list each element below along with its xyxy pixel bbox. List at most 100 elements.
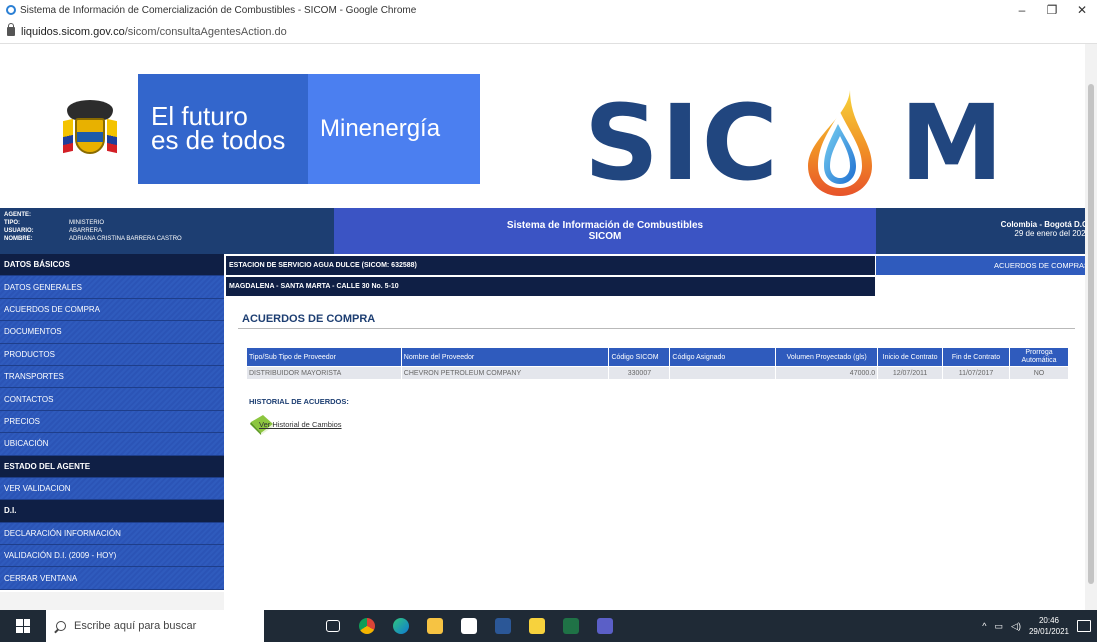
chrome-icon[interactable] [350, 610, 384, 642]
nombre-value: ADRIANA CRISTINA BARRERA CASTRO [69, 236, 182, 242]
menu-item-transportes[interactable]: TRANSPORTES [0, 365, 224, 389]
taskbar-search[interactable]: Escribe aquí para buscar [46, 610, 264, 642]
gov-slogan-line2: es de todos [151, 125, 286, 155]
menu-item-cerrar-ventana[interactable]: CERRAR VENTANA [0, 567, 224, 590]
menu-item-ubicacion[interactable]: UBICACIÓN [0, 433, 224, 456]
cell-nombre: CHEVRON PETROLEUM COMPANY [400, 366, 610, 380]
cell-inicio: 12/07/2011 [877, 366, 944, 380]
start-button[interactable] [0, 610, 46, 642]
menu-header-di: D.I. [0, 500, 224, 523]
gov-slogan: El futuro es de todos [151, 103, 286, 155]
col-codigo-asignado: Código Asignado [669, 347, 777, 367]
location: Colombia - Bogotá D.C. [876, 220, 1090, 229]
clock-date: 29/01/2021 [1028, 627, 1069, 636]
condor-shape [66, 100, 113, 120]
tray-chevron-icon[interactable]: ^ [982, 621, 986, 631]
menu-item-documentos[interactable]: DOCUMENTOS [0, 321, 224, 344]
tipo-value: MINISTERIO [69, 220, 105, 226]
menu-header-estado-agente: ESTADO DEL AGENTE [0, 455, 224, 478]
shield-shape [74, 118, 105, 154]
cell-volumen: 47000.0 [775, 366, 879, 380]
location-date: Colombia - Bogotá D.C. 29 de enero del 2… [876, 208, 1093, 254]
menu-item-contactos[interactable]: CONTACTOS [0, 388, 224, 411]
address-bar[interactable]: liquidos.sicom.gov.co /sicom/consultaAge… [0, 20, 1097, 44]
agent-info: AGENTE: TIPO: MINISTERIO USUARIO: ABARRERA… [0, 208, 334, 254]
sticky-notes-icon[interactable] [520, 610, 554, 642]
windows-taskbar: Escribe aquí para buscar ^ ▭ ◁) 20:46 29… [0, 610, 1097, 642]
system-tray: ^ ▭ ◁) 20:46 29/01/2021 [982, 615, 1097, 637]
store-icon[interactable] [452, 610, 486, 642]
section-divider [238, 328, 1075, 329]
menu-item-datos-generales[interactable]: DATOS GENERALES [0, 276, 224, 299]
table-header-row: Tipo/Sub Tipo de Proveedor Nombre del Pr… [246, 347, 1070, 367]
fuel-drop-graphic [807, 90, 872, 196]
system-name-line2: SICOM [588, 231, 622, 242]
agent-label: AGENTE: [4, 212, 31, 218]
table-row: DISTRIBUIDOR MAYORISTA CHEVRON PETROLEUM… [246, 366, 1070, 380]
excel-icon[interactable] [554, 610, 588, 642]
window-controls: – ❐ ✕ [1007, 3, 1097, 17]
edge-icon[interactable] [384, 610, 418, 642]
sicom-logo: SIC M [584, 88, 1005, 198]
history-link[interactable]: Ver Historial de Cambios [259, 420, 342, 429]
windows-logo-icon [16, 619, 30, 633]
task-view-icon[interactable] [316, 610, 350, 642]
cell-codigo-asignado [669, 366, 777, 380]
network-icon[interactable]: ▭ [995, 621, 1004, 632]
taskbar-search-placeholder: Escribe aquí para buscar [74, 620, 197, 632]
minimize-button[interactable]: – [1007, 3, 1037, 17]
usuario-row: USUARIO: ABARRERA [4, 227, 330, 235]
flag-right-shape [106, 118, 117, 154]
station-name: ESTACION DE SERVICIO AGUA DULCE (SICOM: … [226, 256, 875, 275]
menu-item-productos[interactable]: PRODUCTOS [0, 343, 224, 366]
col-inicio: Inicio de Contrato [877, 347, 944, 367]
location-text: Colombia - Bogotá D.C. [1000, 220, 1090, 229]
taskbar-apps [316, 610, 622, 642]
shield-band [76, 132, 103, 142]
window-title: Sistema de Información de Comercializaci… [20, 4, 417, 16]
page-scrollbar[interactable] [1085, 44, 1097, 610]
acuerdos-table: Tipo/Sub Tipo de Proveedor Nombre del Pr… [246, 347, 1070, 380]
section-title: ACUERDOS DE COMPRA [242, 313, 376, 325]
flag-left-shape [62, 118, 73, 154]
menu-item-validacion-di[interactable]: VALIDACIÓN D.I. (2009 - HOY) [0, 545, 224, 568]
menu-item-acuerdos-compra[interactable]: ACUERDOS DE COMPRA [0, 298, 224, 322]
url-host[interactable]: liquidos.sicom.gov.co [21, 26, 125, 38]
col-prorroga: Prorroga Automática [1008, 347, 1070, 367]
system-name-line1: Sistema de Información de Combustibles [506, 220, 704, 231]
cell-fin: 11/07/2017 [942, 366, 1010, 380]
word-icon[interactable] [486, 610, 520, 642]
menu-header-datos-basicos: DATOS BÁSICOS [0, 254, 224, 277]
menu-item-precios[interactable]: PRECIOS [0, 410, 224, 434]
cell-prorroga: NO [1008, 366, 1070, 380]
acuerdos-compras-button[interactable]: ACUERDOS DE COMPRAS [876, 256, 1093, 275]
cell-codigo-sicom: 330007 [608, 366, 671, 380]
col-tipo: Tipo/Sub Tipo de Proveedor [246, 347, 402, 367]
col-volumen: Volumen Proyectado (gls) [775, 347, 879, 367]
header-strip: AGENTE: TIPO: MINISTERIO USUARIO: ABARRERA… [0, 208, 1093, 254]
site-favicon-icon [6, 5, 16, 15]
file-explorer-icon[interactable] [418, 610, 452, 642]
fuel-drop-icon [788, 88, 892, 198]
clock-time: 20:46 [1038, 616, 1059, 625]
restore-button[interactable]: ❐ [1037, 3, 1067, 17]
agent-row: AGENTE: [4, 211, 330, 219]
close-button[interactable]: ✕ [1067, 3, 1097, 17]
ministry-label: Minenergía [308, 74, 480, 184]
notifications-icon[interactable] [1077, 620, 1091, 632]
taskbar-clock[interactable]: 20:46 29/01/2021 [1029, 615, 1069, 637]
site-banner: El futuro es de todos Minenergía SIC M [6, 44, 1085, 208]
menu-item-declaracion[interactable]: DECLARACIÓN INFORMACIÓN [0, 522, 224, 546]
nombre-row: NOMBRE: ADRIANA CRISTINA BARRERA CASTRO [4, 235, 330, 243]
teams-icon[interactable] [588, 610, 622, 642]
menu-item-ver-validacion[interactable]: VER VALIDACION [0, 477, 224, 501]
colombia-crest [41, 74, 138, 184]
lock-icon [7, 23, 15, 36]
volume-icon[interactable]: ◁) [1011, 621, 1021, 632]
scrollbar-thumb[interactable] [1088, 84, 1094, 584]
col-codigo-sicom: Código SICOM [608, 347, 671, 367]
col-prorroga-line2: Automática [1021, 357, 1057, 364]
browser-title-bar: Sistema de Información de Comercializaci… [0, 0, 1097, 20]
url-path[interactable]: /sicom/consultaAgentesAction.do [125, 26, 287, 38]
col-prorroga-line1: Prorroga [1025, 349, 1053, 356]
